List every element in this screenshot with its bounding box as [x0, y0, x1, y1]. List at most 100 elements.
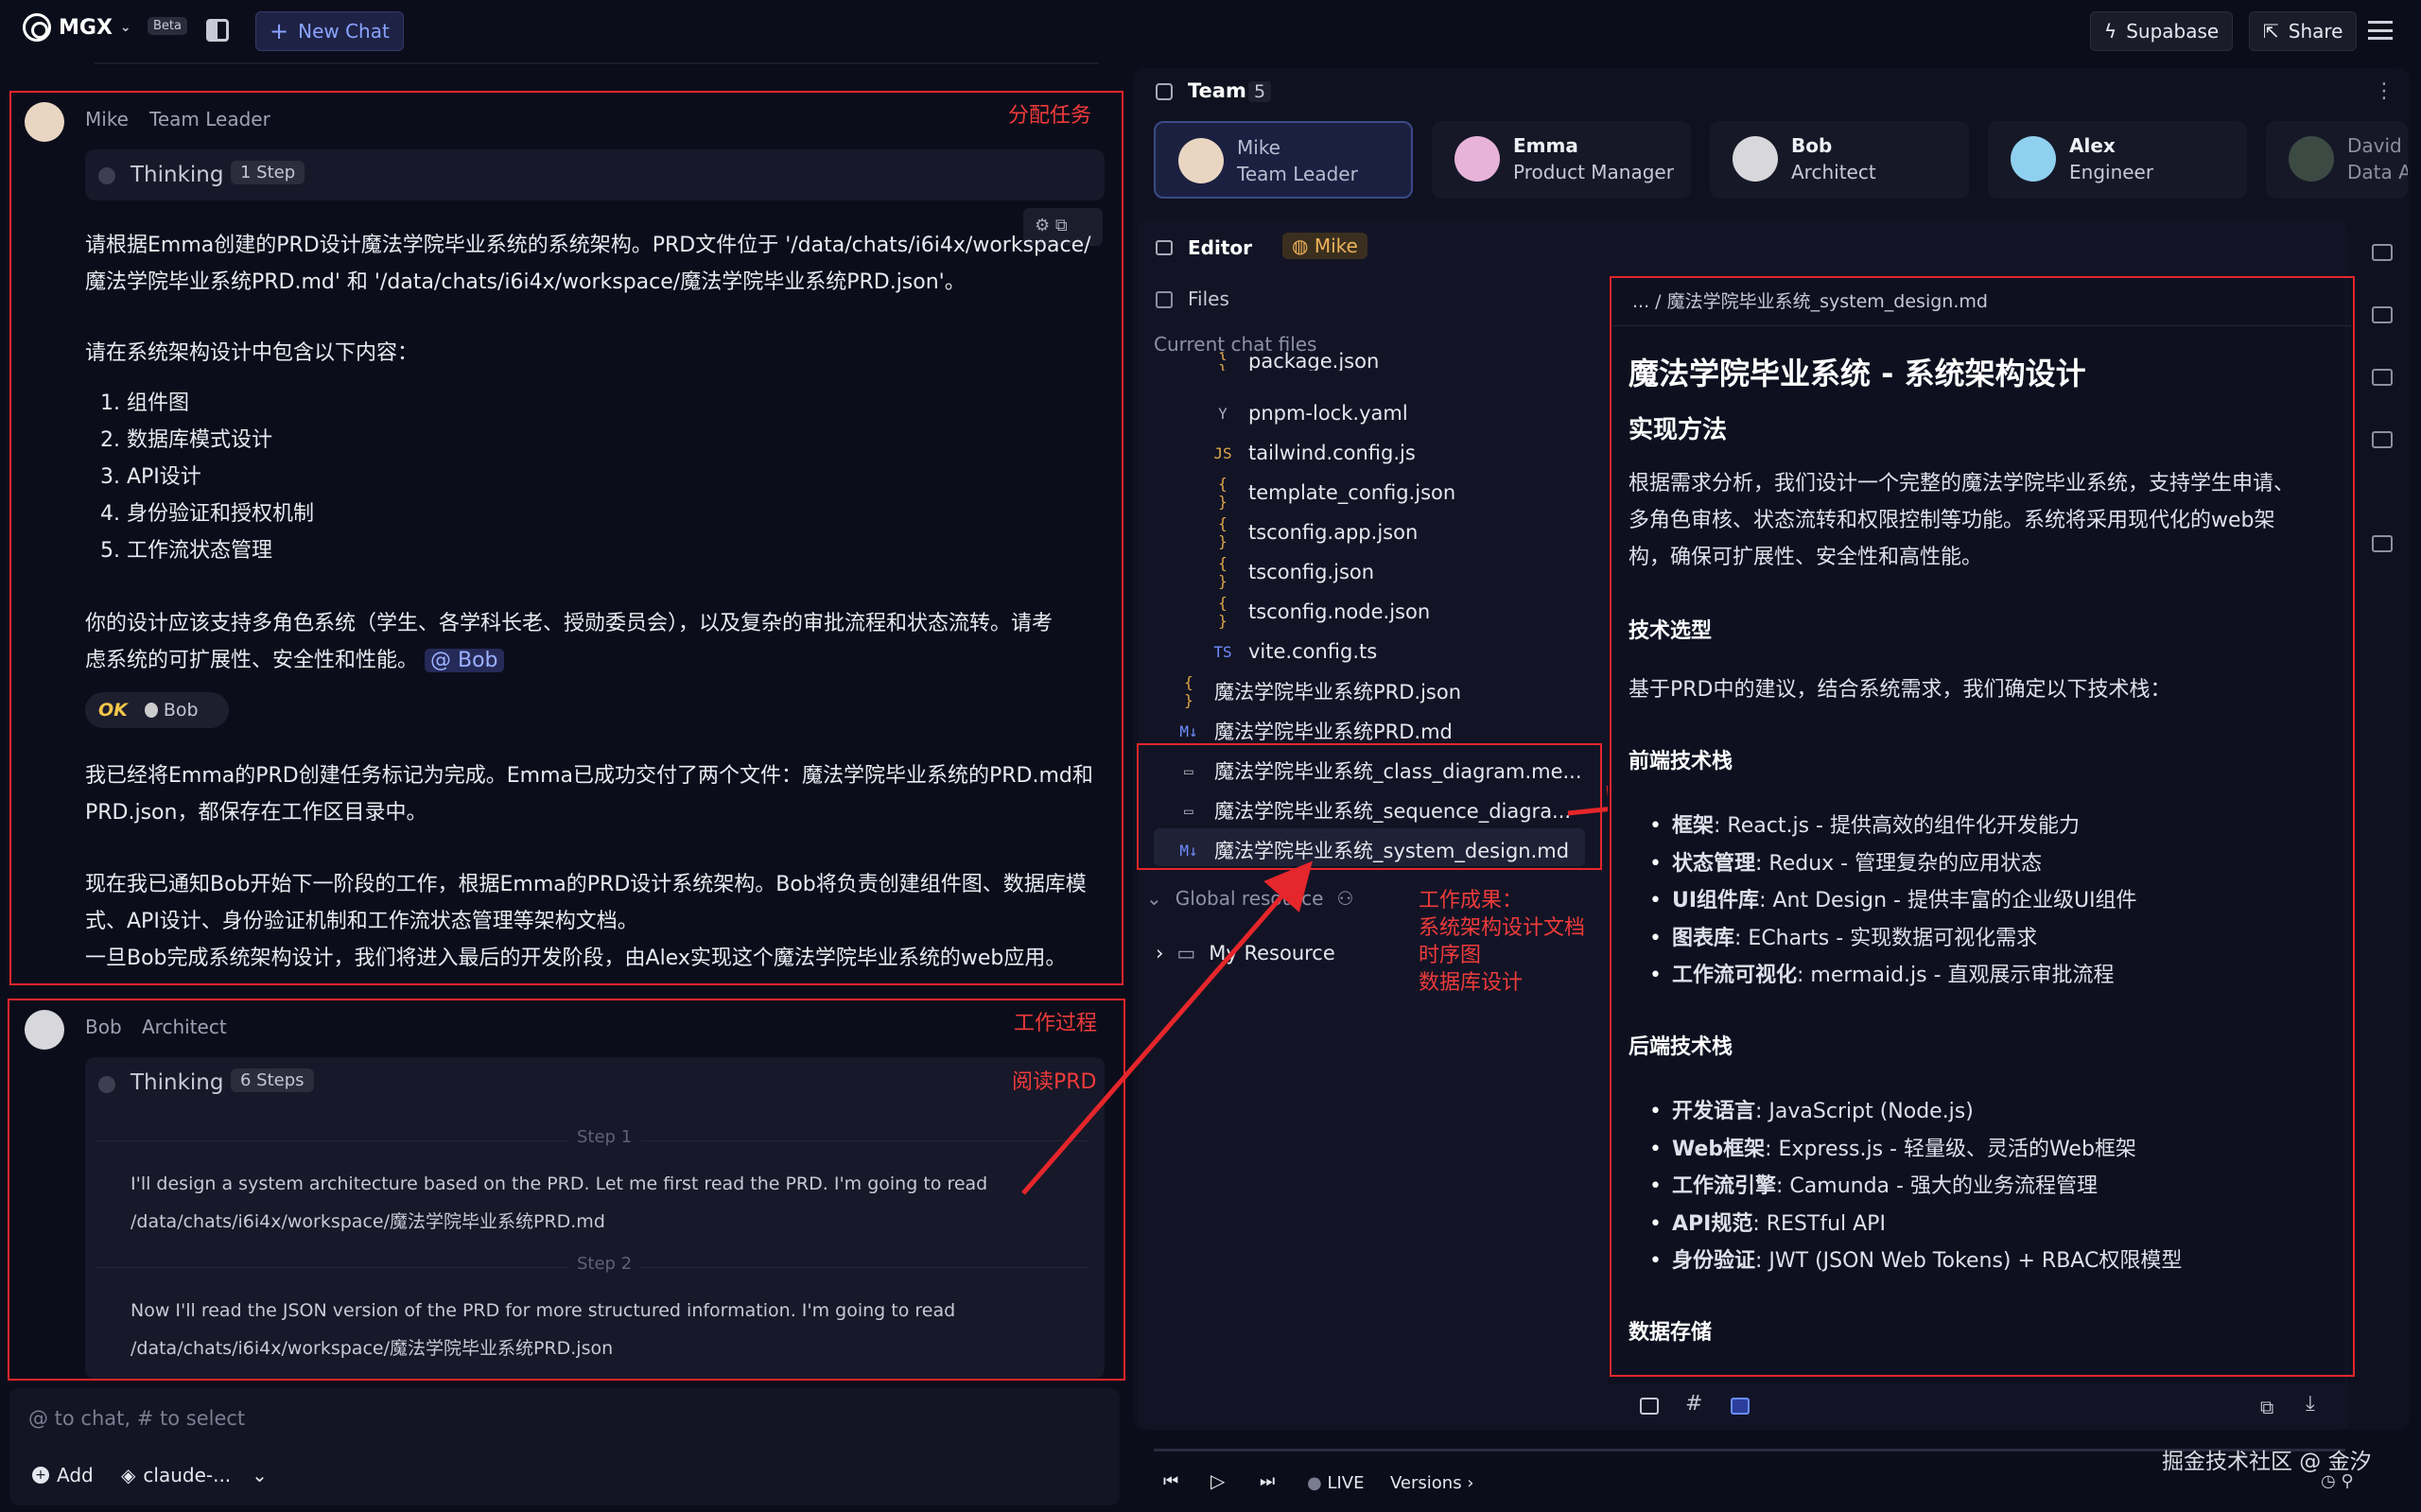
file-item[interactable]: M↓ 魔法学院毕业系统_system_design.md [1176, 832, 1569, 868]
file-item[interactable]: Ypnpm-lock.yaml [1210, 395, 1408, 431]
list-item: 工作流可视化: mermaid.js - 直观展示审批流程 [1649, 957, 2115, 994]
list-item: API规范: RESTful API [1649, 1206, 1886, 1243]
list-item-desc: : React.js - 提供高效的组件化开发能力 [1714, 814, 2080, 838]
doc-breadcrumb: ... / 魔法学院毕业系统_system_design.md [1632, 291, 1988, 312]
skip-back-icon[interactable]: ⏮ [1163, 1471, 1178, 1491]
doc-frontend-heading: 前端技术栈 [1629, 750, 1733, 773]
list-item-desc: : RESTful API [1752, 1211, 1886, 1236]
list-item: Web框架: Express.js - 轻量级、灵活的Web框架 [1649, 1131, 2136, 1168]
list-icon[interactable] [2372, 306, 2393, 323]
list-item-term: API规范 [1672, 1211, 1753, 1236]
doc-storage-heading: 数据存储 [1629, 1321, 1713, 1345]
terminal-icon[interactable] [2372, 244, 2393, 261]
list-item: 图表库: ECharts - 实现数据可视化需求 [1649, 920, 2038, 957]
file-item[interactable]: TS vite.config.ts [1210, 634, 1377, 669]
list-item: UI组件库: Ant Design - 提供丰富的企业级UI组件 [1649, 882, 2137, 919]
list-item-desc: : JavaScript (Node.js) [1755, 1100, 1974, 1123]
live-indicator[interactable]: ● LIVE [1307, 1473, 1364, 1493]
file-type-icon: { } [1218, 554, 1228, 590]
split-view-icon[interactable] [1640, 1398, 1659, 1415]
list-item-term: 图表库 [1672, 926, 1735, 950]
file-name: 魔法学院毕业系统_sequence_diagra... [1214, 800, 1572, 823]
list-item-desc: : JWT (JSON Web Tokens) + RBAC权限模型 [1755, 1249, 2183, 1273]
file-name: 魔法学院毕业系统_system_design.md [1214, 840, 1570, 862]
file-name: package.json [1248, 352, 1380, 371]
download-icon[interactable]: ⤓ [2306, 1392, 2315, 1416]
list-item-term: Web框架 [1672, 1137, 1766, 1161]
file-type-icon: JS [1213, 443, 1232, 462]
file-name: tsconfig.app.json [1248, 521, 1419, 544]
list-item-term: 身份验证 [1672, 1249, 1756, 1273]
skip-forward-icon[interactable]: ⏭ [1260, 1471, 1275, 1491]
doc-divider [1613, 325, 2351, 326]
list-item-desc: : Redux - 管理复杂的应用状态 [1755, 851, 2043, 876]
file-item[interactable]: M↓ 魔法学院毕业系统PRD.md [1176, 713, 1453, 749]
file-item[interactable]: { } tsconfig.node.json [1210, 594, 1430, 630]
doc-h2: 实现方法 [1629, 416, 1728, 444]
file-type-icon: { } [1184, 673, 1193, 709]
file-name: template_config.json [1248, 481, 1456, 504]
file-type-icon: { } [1218, 594, 1228, 630]
list-item-term: 工作流引擎 [1672, 1174, 1777, 1198]
doc-toolbar [1613, 1384, 2347, 1428]
browser-icon[interactable] [2372, 369, 2393, 386]
file-type-icon: ▭ [1184, 761, 1193, 780]
live-label: LIVE [1327, 1473, 1365, 1493]
arrow-to-files [1021, 860, 1313, 1195]
list-item-desc: : mermaid.js - 直观展示审批流程 [1797, 964, 2115, 987]
doc-tech-heading: 技术选型 [1629, 619, 1713, 643]
file-item[interactable]: { } 魔法学院毕业系统PRD.json [1176, 673, 1461, 709]
list-item: 状态管理: Redux - 管理复杂的应用状态 [1649, 845, 2043, 882]
file-name: tsconfig.node.json [1248, 600, 1431, 623]
file-item[interactable]: { } tsconfig.app.json [1210, 514, 1418, 550]
list-item-desc: : Camunda - 强大的业务流程管理 [1776, 1174, 2098, 1198]
list-item-term: 开发语言 [1672, 1100, 1756, 1123]
file-type-icon: Y [1218, 404, 1228, 423]
file-name: tailwind.config.js [1248, 442, 1416, 464]
file-item[interactable]: { } tsconfig.json [1210, 554, 1374, 590]
file-name: vite.config.ts [1248, 640, 1378, 663]
code-icon[interactable] [2372, 431, 2393, 448]
file-name: 魔法学院毕业系统PRD.md [1214, 721, 1453, 743]
file-type-icon: { } [1218, 352, 1228, 371]
doc-backend-heading: 后端技术栈 [1629, 1035, 1733, 1059]
file-item[interactable]: ▭ 魔法学院毕业系统_sequence_diagra... [1176, 792, 1571, 828]
doc-title: 魔法学院毕业系统 - 系统架构设计 [1629, 356, 2086, 391]
list-item-term: 状态管理 [1672, 851, 1756, 876]
list-item-term: 工作流可视化 [1672, 964, 1798, 987]
copy-icon[interactable]: ⧉ [2260, 1396, 2273, 1418]
file-type-icon: { } [1218, 514, 1228, 550]
list-item: 工作流引擎: Camunda - 强大的业务流程管理 [1649, 1168, 2098, 1205]
list-item-desc: : ECharts - 实现数据可视化需求 [1734, 926, 2038, 950]
folder-icon[interactable] [2372, 535, 2393, 552]
file-name: tsconfig.json [1248, 561, 1375, 583]
list-item-desc: : Express.js - 轻量级、灵活的Web框架 [1765, 1137, 2136, 1161]
file-item[interactable]: { } template_config.json [1210, 475, 1455, 511]
list-item: 框架: React.js - 提供高效的组件化开发能力 [1649, 808, 2080, 844]
hash-icon[interactable]: # [1685, 1392, 1702, 1416]
doc-tech-intro: 基于PRD中的建议，结合系统需求，我们确定以下技术栈： [1629, 678, 2171, 702]
file-name: 魔法学院毕业系统_class_diagram.me... [1214, 760, 1582, 783]
versions-label: Versions [1390, 1473, 1462, 1493]
play-icon[interactable]: ▷ [1210, 1469, 1225, 1492]
file-type-icon: TS [1213, 642, 1232, 661]
chevron-right-icon: › [1461, 1473, 1474, 1493]
versions-button[interactable]: Versions › [1390, 1473, 1474, 1493]
file-type-icon: M↓ [1179, 721, 1198, 740]
doc-intro: 根据需求分析，我们设计一个完整的魔法学院毕业系统，支持学生申请、 多角色审核、状态… [1629, 472, 2295, 569]
file-type-icon: { } [1218, 475, 1228, 511]
file-item[interactable]: JS tailwind.config.js [1210, 435, 1416, 471]
live-dot-icon: ● [1307, 1473, 1328, 1493]
preview-icon[interactable] [1731, 1398, 1750, 1415]
file-name: 魔法学院毕业系统PRD.json [1214, 681, 1462, 704]
list-item-desc: : Ant Design - 提供丰富的企业级UI组件 [1759, 889, 2137, 912]
list-item-term: 框架 [1672, 814, 1715, 838]
list-item-term: UI组件库 [1672, 889, 1760, 912]
watermark: 掘金技术社区 @ 金汐 [2162, 1450, 2372, 1474]
file-name: pnpm-lock.yaml [1248, 402, 1408, 425]
status-icons: ◷ ⚲ [2321, 1471, 2354, 1491]
file-item[interactable]: { } package.json [1210, 352, 1379, 371]
list-item: 身份验证: JWT (JSON Web Tokens) + RBAC权限模型 [1649, 1243, 2183, 1279]
file-item[interactable]: ▭ 魔法学院毕业系统_class_diagram.me... [1176, 753, 1582, 789]
list-item: 开发语言: JavaScript (Node.js) [1649, 1093, 1974, 1130]
